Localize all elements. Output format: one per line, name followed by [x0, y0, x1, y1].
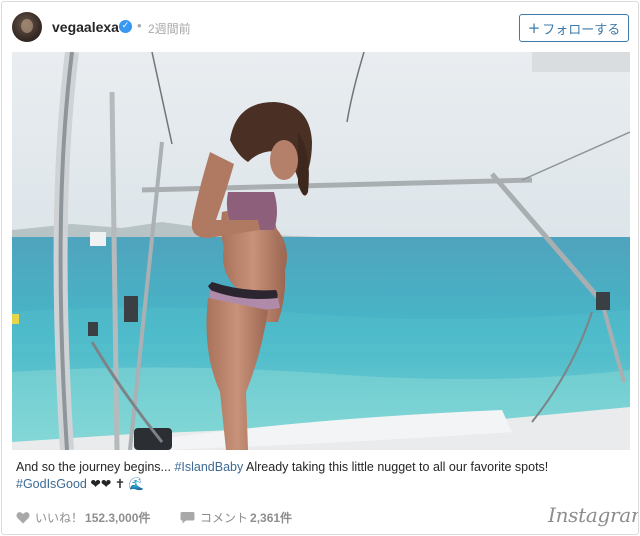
likes-label: いいね！ [35, 511, 84, 525]
verified-badge-icon: ✓ [119, 20, 132, 33]
separator-dot: • [137, 18, 142, 33]
likes-number: 152.3,000件 [85, 511, 151, 525]
caption-emojis: ❤❤ ✝ 🌊 [86, 477, 145, 491]
plus-icon: + [527, 19, 541, 37]
comments-count[interactable]: コメント 2,361件 [180, 509, 292, 526]
avatar[interactable] [12, 12, 42, 42]
instagram-embed-card: vegaalexa ✓ • 2週間前 + フォローする And so the j… [1, 1, 639, 535]
heart-icon [16, 512, 30, 524]
post-footer: いいね！ 152.3,000件 コメント 2,361件 Instagram [2, 495, 638, 534]
hashtag-link[interactable]: #IslandBaby [174, 460, 243, 474]
post-photo[interactable] [12, 52, 630, 450]
post-caption: And so the journey begins... #IslandBaby… [16, 459, 628, 493]
username-link[interactable]: vegaalexa [52, 19, 119, 35]
follow-button[interactable]: + フォローする [519, 14, 629, 42]
instagram-logo[interactable]: Instagram [548, 503, 638, 527]
post-photo-image [12, 52, 630, 450]
follow-button-label: フォローする [542, 21, 621, 37]
hashtag-link[interactable]: #GodIsGood [16, 477, 87, 491]
caption-text: Already taking this little nugget to all… [243, 460, 549, 474]
post-timestamp[interactable]: 2週間前 [148, 20, 191, 37]
likes-count[interactable]: いいね！ 152.3,000件 [16, 509, 150, 526]
comments-number: 2,361件 [250, 511, 293, 525]
caption-text: And so the journey begins... [16, 460, 175, 474]
comments-label: コメント [200, 511, 249, 525]
post-header: vegaalexa ✓ • 2週間前 + フォローする [2, 2, 638, 52]
comment-bubble-icon [180, 512, 195, 524]
